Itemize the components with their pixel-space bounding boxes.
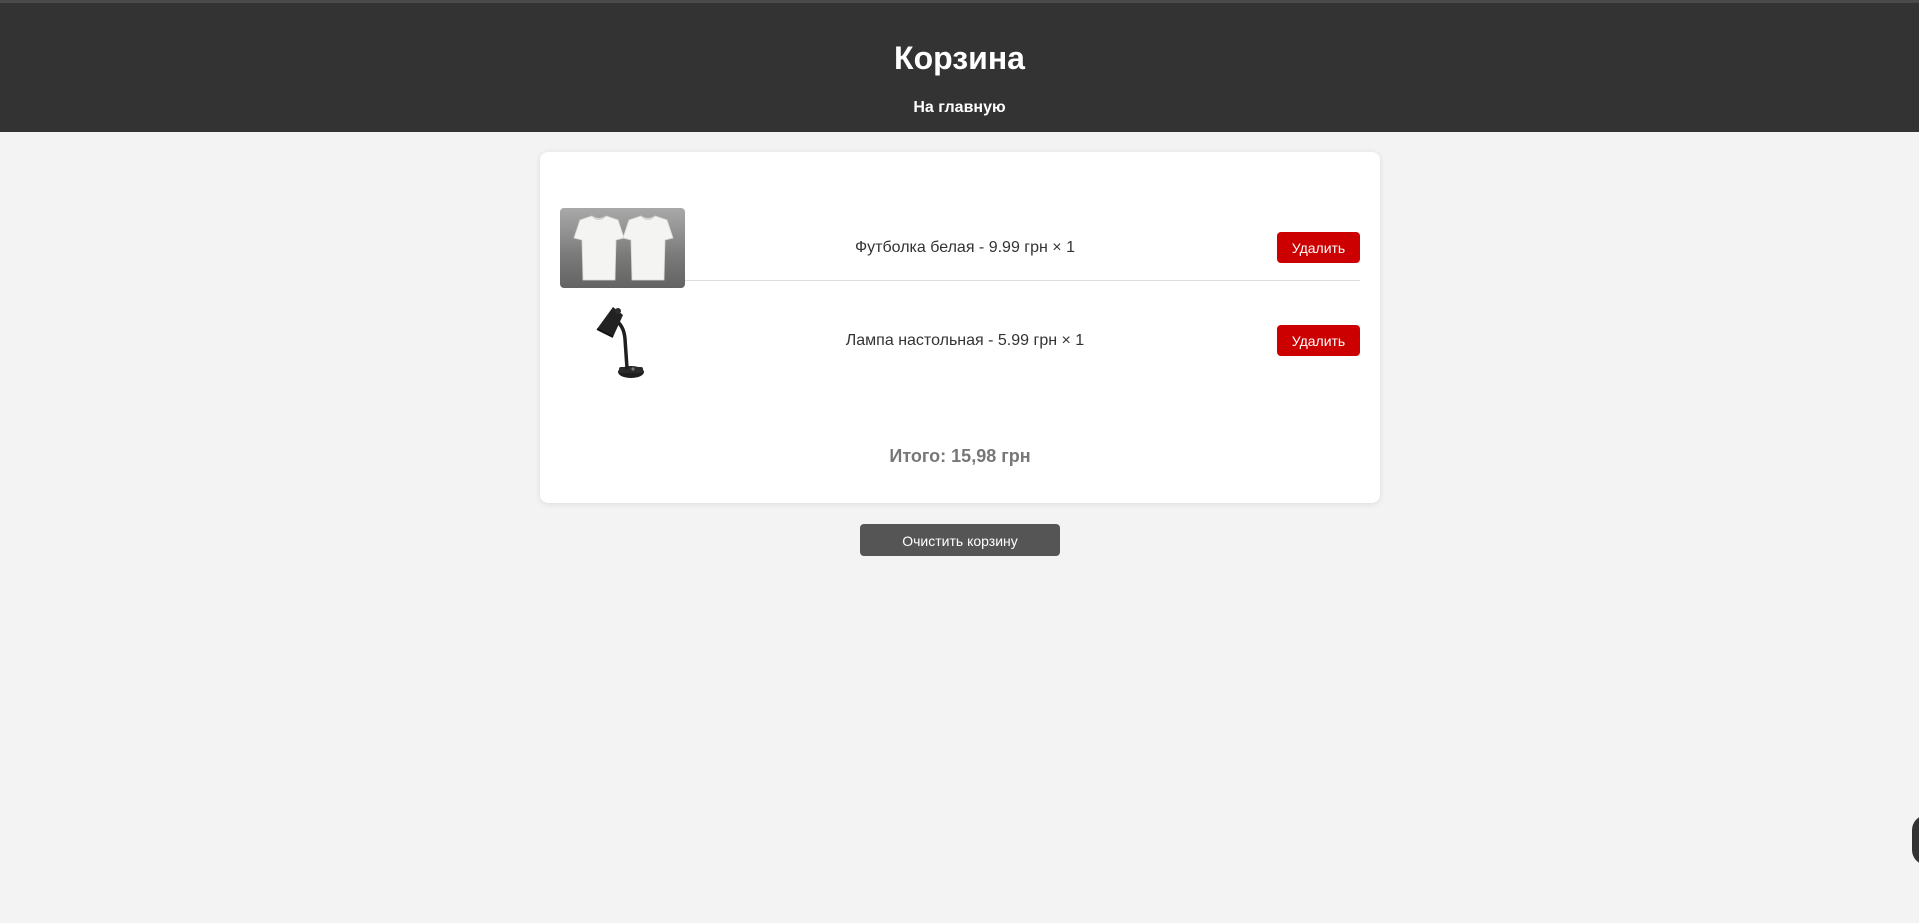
page-title: Корзина [894, 40, 1025, 76]
remove-button[interactable]: Удалить [1277, 325, 1360, 356]
cart-total: Итого: 15,98 грн [540, 444, 1380, 468]
tshirt-image [560, 208, 685, 288]
item-description: Футболка белая - 9.99 грн × 1 [855, 239, 1075, 256]
item-description: Лампа настольная - 5.99 грн × 1 [845, 332, 1085, 349]
clear-cart-button[interactable]: Очистить корзину [860, 524, 1060, 556]
page-header: Корзина На главную [0, 3, 1919, 132]
total-value: 15,98 грн [951, 446, 1031, 466]
remove-button[interactable]: Удалить [1277, 232, 1360, 263]
home-link[interactable]: На главную [0, 98, 1919, 118]
desk-lamp-image [560, 301, 685, 381]
cart-panel: Футболка белая - 9.99 грн × 1 Удалить Ла… [540, 152, 1380, 503]
floating-widget[interactable] [1912, 815, 1919, 865]
cart-item: Лампа настольная - 5.99 грн × 1 Удалить [560, 301, 1360, 381]
cart-item: Футболка белая - 9.99 грн × 1 Удалить [560, 192, 1360, 288]
total-label: Итого: [889, 446, 947, 466]
